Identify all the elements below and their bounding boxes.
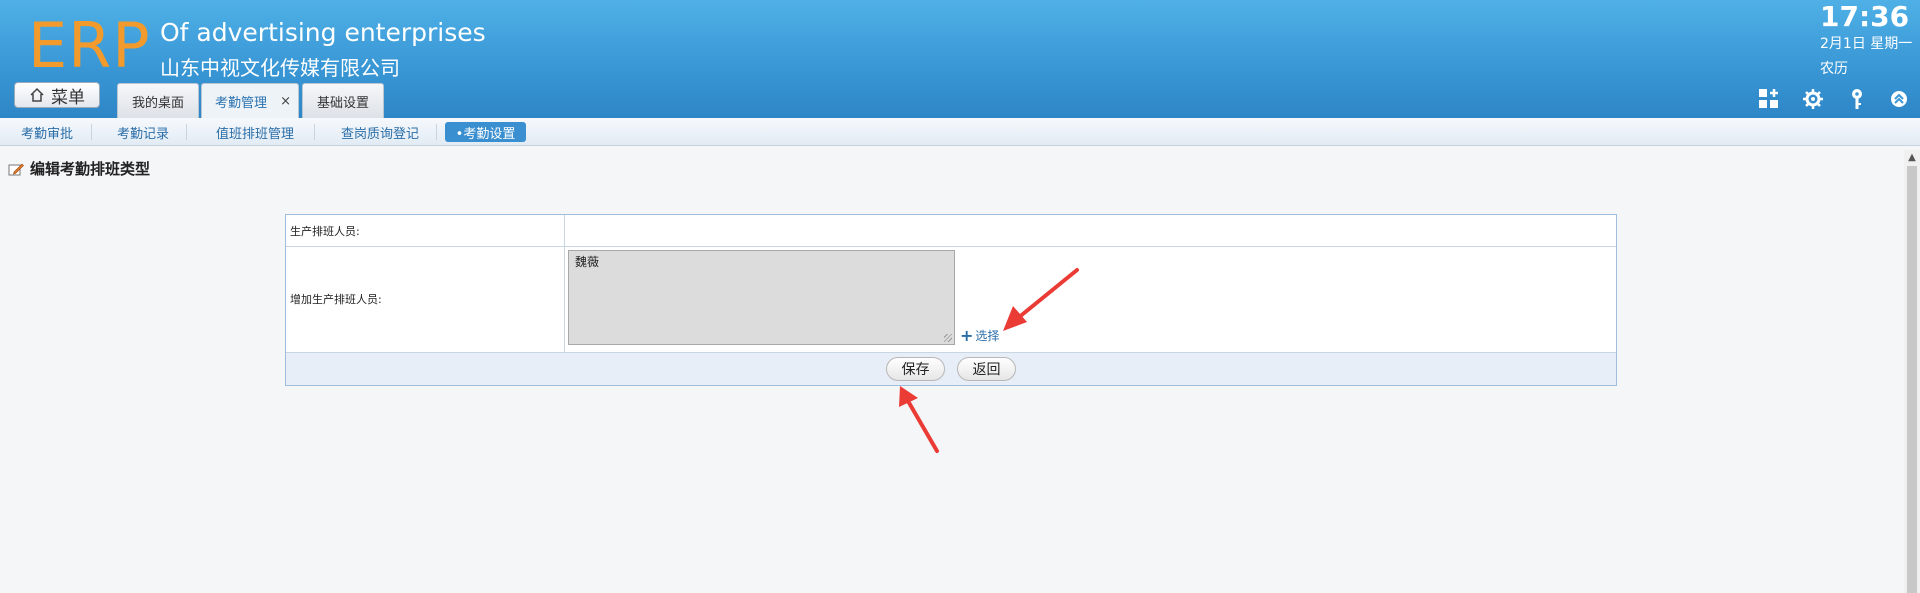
scroll-up-icon[interactable]: ▲ [1904,150,1920,164]
scroll-thumb[interactable] [1907,166,1917,593]
arrow-to-select-link [1003,268,1079,331]
annotation-arrows [899,268,1079,453]
vertical-scrollbar[interactable]: ▲ [1904,150,1920,593]
arrow-to-save-button [899,386,939,453]
